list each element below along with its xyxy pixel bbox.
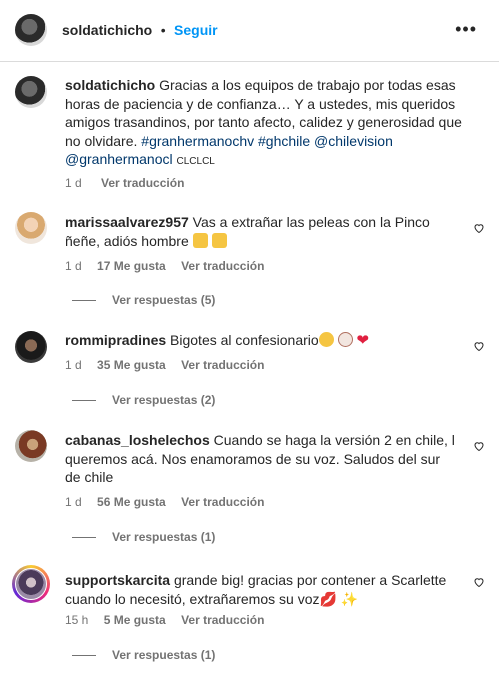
follow-button[interactable]: Seguir (174, 22, 218, 38)
comment-translate[interactable]: Ver traducción (181, 259, 264, 273)
replies-label[interactable]: Ver respuestas (2) (112, 393, 215, 407)
grin-sweat-emoji (318, 332, 334, 347)
caption-username[interactable]: soldatichicho (65, 77, 155, 93)
comment-likes[interactable]: 56 Me gusta (97, 495, 166, 509)
view-replies-button[interactable]: Ver respuestas (5) (72, 293, 215, 307)
comment-time: 1 d (65, 495, 82, 509)
like-heart-icon[interactable] (473, 222, 485, 234)
comment-likes[interactable]: 35 Me gusta (97, 358, 166, 372)
replies-divider (72, 400, 96, 402)
comment-username[interactable]: supportskarcita (65, 572, 170, 588)
caption-avatar[interactable] (15, 76, 47, 108)
comment-translate[interactable]: Ver traducción (181, 358, 264, 372)
comment-text: rommipradines Bigotes al confesionario ❤ (65, 331, 455, 351)
caption-trail: CLCLCL (176, 156, 215, 167)
replies-divider (72, 655, 96, 657)
replies-divider (72, 300, 96, 302)
caption-meta: 1 d Ver traducción (65, 176, 184, 190)
view-replies-button[interactable]: Ver respuestas (2) (72, 393, 215, 407)
caption-tags-2[interactable]: @granhermanocl (65, 151, 173, 167)
caption-tags[interactable]: #granhermanochv #ghchile @chilevision (141, 133, 393, 149)
caption-time: 1 d (65, 176, 82, 190)
comment-time: 1 d (65, 259, 82, 273)
raised-hands-emoji (211, 232, 227, 248)
post-header: soldatichicho • Seguir ••• (0, 0, 499, 62)
replies-label[interactable]: Ver respuestas (1) (112, 530, 215, 544)
author-avatar[interactable] (15, 14, 47, 46)
comment-text: marissaalvarez957 Vas a extrañar las pel… (65, 213, 455, 250)
kiss-mark-emoji: 💋 (319, 590, 337, 607)
comment-avatar-story-ring[interactable] (12, 565, 50, 603)
author-username[interactable]: soldatichicho (62, 22, 152, 38)
view-replies-button[interactable]: Ver respuestas (1) (72, 648, 215, 662)
sparkles-emoji: ✨ (340, 590, 359, 607)
comment-meta: 1 d 56 Me gusta Ver traducción (65, 495, 264, 509)
comment-likes[interactable]: 5 Me gusta (104, 613, 166, 627)
comment-meta: 15 h 5 Me gusta Ver traducción (65, 613, 264, 627)
comment-avatar (15, 568, 47, 600)
ghost-emoji (337, 332, 353, 347)
comment-translate[interactable]: Ver traducción (181, 495, 264, 509)
raised-hands-emoji (192, 232, 208, 248)
header-user-row: soldatichicho • Seguir (62, 22, 218, 40)
like-heart-icon[interactable] (473, 340, 485, 352)
view-replies-button[interactable]: Ver respuestas (1) (72, 530, 215, 544)
comment-meta: 1 d 35 Me gusta Ver traducción (65, 358, 264, 372)
comment-username[interactable]: cabanas_loshelechos (65, 432, 210, 448)
like-heart-icon[interactable] (473, 440, 485, 452)
comment-time: 1 d (65, 358, 82, 372)
replies-label[interactable]: Ver respuestas (5) (112, 293, 215, 307)
caption-translate[interactable]: Ver traducción (101, 176, 184, 190)
comment-translate[interactable]: Ver traducción (181, 613, 264, 627)
comment-username[interactable]: marissaalvarez957 (65, 214, 189, 230)
replies-label[interactable]: Ver respuestas (1) (112, 648, 215, 662)
comment-likes[interactable]: 17 Me gusta (97, 259, 166, 273)
comment-text: cabanas_loshelechos Cuando se haga la ve… (65, 431, 457, 487)
more-options-icon[interactable]: ••• (455, 20, 477, 38)
comment-avatar[interactable] (15, 212, 47, 244)
replies-divider (72, 537, 96, 539)
like-heart-icon[interactable] (473, 576, 485, 588)
separator-dot: • (160, 22, 166, 38)
red-heart-emoji: ❤ (356, 332, 370, 349)
comment-text: supportskarcita grande big! gracias por … (65, 571, 455, 608)
comment-time: 15 h (65, 613, 89, 627)
caption-text: soldatichicho Gracias a los equipos de t… (65, 76, 465, 172)
comment-meta: 1 d 17 Me gusta Ver traducción (65, 259, 264, 273)
comment-username[interactable]: rommipradines (65, 332, 166, 348)
comment-avatar[interactable] (15, 430, 47, 462)
comment-avatar[interactable] (15, 331, 47, 363)
comment-body: Bigotes al confesionario (170, 332, 319, 348)
